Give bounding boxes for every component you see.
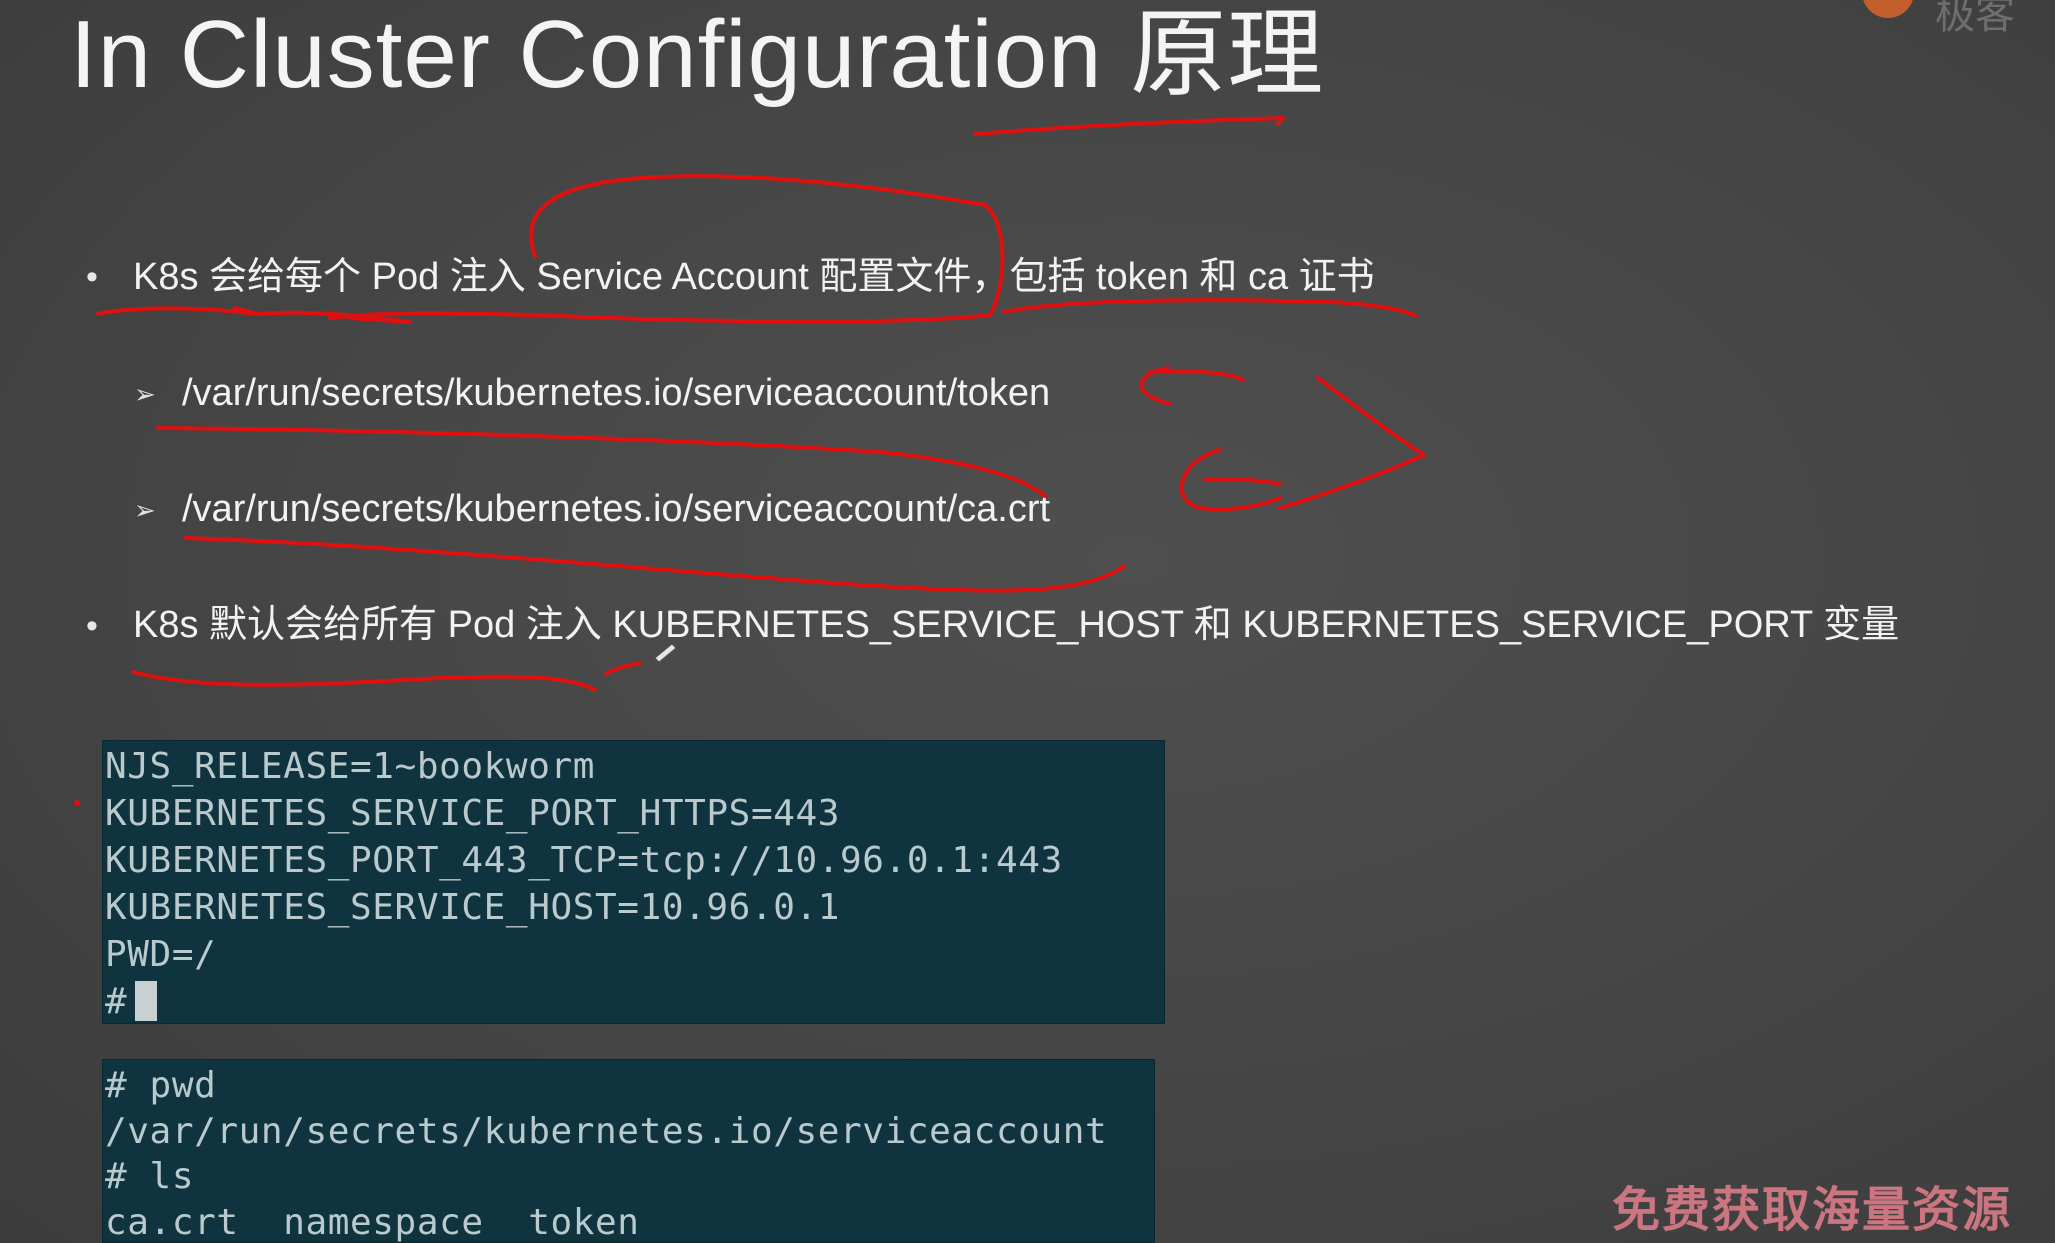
terminal-cursor [135,981,158,1021]
ca-loop-arrow [1179,448,1282,512]
bullet1-underline-left [96,306,412,324]
token-loop-arrow [1139,366,1245,406]
terminal-line: KUBERNETES_SERVICE_PORT_HTTPS=443 [105,793,841,834]
bullet-point-icon: • [86,258,98,296]
bullet-service-account: K8s 会给每个 Pod 注入 Service Account 配置文件，包括 … [133,256,1375,298]
terminal-line: KUBERNETES_SERVICE_HOST=10.96.0.1 [105,887,841,928]
bullet1-underline-right [1002,298,1418,318]
sub-bullet-arrow-icon: ➢ [134,495,156,525]
terminal-line: /var/run/secrets/kubernetes.io/serviceac… [105,1110,1108,1152]
brand-logo-icon [1862,0,1914,18]
terminal-env-output: NJS_RELEASE=1~bookworm KUBERNETES_SERVIC… [102,740,1165,1024]
sub-bullet-arrow-icon: ➢ [134,379,156,409]
sub-item-token-path: /var/run/secrets/kubernetes.io/serviceac… [182,372,1051,414]
title-underline [973,116,1285,136]
terminal-ls-output: # pwd /var/run/secrets/kubernetes.io/ser… [102,1059,1155,1243]
terminal-line: # pwd [105,1065,217,1106]
terminal-line: PWD=/ [105,934,217,975]
terminal-line: KUBERNETES_PORT_443_TCP=tcp://10.96.0.1:… [105,840,1063,881]
sub-item-ca-path: /var/run/secrets/kubernetes.io/serviceac… [182,488,1051,530]
annotation-dot [74,800,80,806]
watermark-text: 免费获取海量资源 [1612,1182,2013,1238]
slide-title: In Cluster Configuration 原理 [70,1,1325,108]
terminal-prompt: # [105,981,128,1022]
right-arrow [1278,376,1426,510]
terminal-line: # ls [105,1156,195,1197]
terminal-line: NJS_RELEASE=1~bookworm [105,746,596,787]
bullet2-tick [604,661,642,676]
bullet2-underline [131,670,597,692]
bullet-env-vars: K8s 默认会给所有 Pod 注入 KUBERNETES_SERVICE_HOS… [133,604,1900,646]
terminal-line: ca.crt namespace token [105,1201,640,1243]
terminal-prompt-line[interactable]: # [103,978,1164,1023]
brand-logo-text: 极客 [1935,0,2015,37]
ca-underline [183,536,1126,593]
bullet-point-icon: • [86,607,98,645]
